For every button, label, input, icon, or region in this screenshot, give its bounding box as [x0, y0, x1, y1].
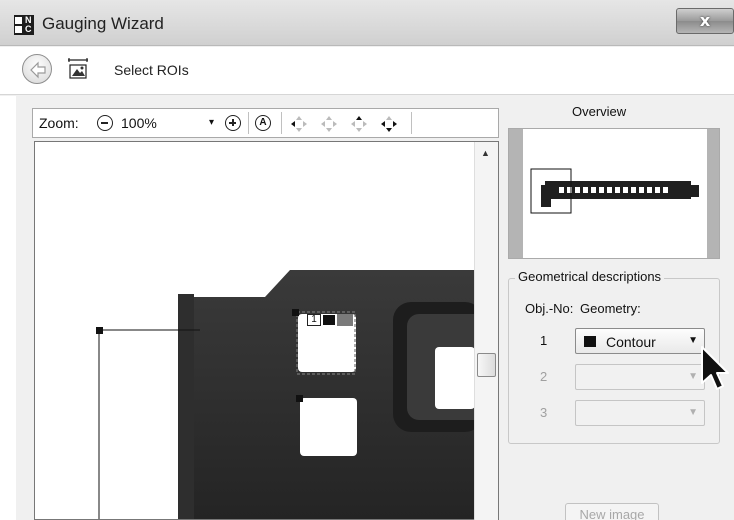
window-title: Gauging Wizard: [42, 14, 164, 33]
roi-label-box[interactable]: 1: [307, 314, 321, 326]
app-logo-block: [15, 17, 22, 24]
gauging-wizard-window: N C Gauging Wizard x Select ROIs Zoom: 1…: [0, 0, 734, 520]
app-logo-icon: N C: [14, 15, 34, 35]
pan-up-icon[interactable]: [349, 114, 369, 134]
roi-color-icon[interactable]: [322, 314, 336, 326]
vertical-scrollbar[interactable]: ▲: [474, 142, 498, 520]
zoom-toolbar: Zoom: 100% ▾ A: [32, 108, 499, 138]
geometry-select-value: Contour: [606, 334, 656, 350]
overview-image: [509, 129, 719, 258]
roi-number: 1: [311, 314, 317, 325]
pan-left-icon[interactable]: [289, 114, 309, 134]
roi-select-icon: [68, 58, 88, 79]
title-bar: N C Gauging Wizard x: [0, 0, 734, 46]
roi-handle: [296, 395, 303, 402]
new-image-button[interactable]: New image: [565, 503, 659, 520]
roi-geometry-icon[interactable]: [337, 314, 353, 326]
overview-thumbnail[interactable]: [508, 128, 720, 259]
geometry-select-3[interactable]: ▼: [575, 400, 705, 426]
workpiece-image: [96, 270, 487, 519]
zoom-out-icon[interactable]: [97, 115, 113, 131]
object-number: 3: [540, 405, 548, 420]
toolbar-divider: [281, 112, 282, 134]
contour-icon: [584, 336, 596, 347]
wizard-step-bar: Select ROIs: [0, 47, 734, 95]
back-button[interactable]: [22, 54, 52, 84]
app-logo-letter-c: C: [25, 24, 32, 34]
step-title: Select ROIs: [114, 62, 189, 78]
scrollbar-thumb[interactable]: [477, 353, 496, 377]
geometry-select-1[interactable]: Contour ▼: [575, 328, 705, 354]
close-button[interactable]: x: [676, 8, 734, 34]
object-number: 1: [540, 333, 548, 348]
zoom-label: Zoom:: [39, 115, 79, 131]
back-arrow-icon: [30, 61, 46, 79]
app-logo-block: [15, 26, 22, 33]
toolbar-divider: [248, 112, 249, 134]
close-icon: x: [699, 11, 711, 30]
zoom-in-icon[interactable]: [225, 115, 241, 131]
pan-down-icon[interactable]: [379, 114, 399, 134]
auto-zoom-icon[interactable]: A: [255, 115, 271, 131]
chevron-down-icon: ▼: [688, 371, 698, 382]
mouse-cursor-icon: [701, 346, 729, 390]
overview-title: Overview: [572, 104, 627, 119]
chevron-down-icon: ▼: [688, 335, 698, 346]
column-header-objno: Obj.-No:: [525, 301, 574, 316]
pan-all-icon[interactable]: [319, 114, 339, 134]
column-header-geometry: Geometry:: [580, 301, 641, 316]
image-viewport[interactable]: 1: [34, 141, 499, 520]
geometry-select-2[interactable]: ▼: [575, 364, 705, 390]
zoom-dropdown-arrow-icon[interactable]: ▾: [209, 117, 214, 128]
geometry-group-title: Geometrical descriptions: [515, 269, 665, 284]
object-number: 2: [540, 369, 548, 384]
chevron-down-icon: ▼: [688, 407, 698, 418]
scroll-up-icon[interactable]: ▲: [481, 148, 490, 158]
zoom-value[interactable]: 100%: [121, 115, 157, 131]
roi-handle: [292, 309, 299, 316]
left-edge: [0, 96, 16, 520]
toolbar-divider: [411, 112, 412, 134]
